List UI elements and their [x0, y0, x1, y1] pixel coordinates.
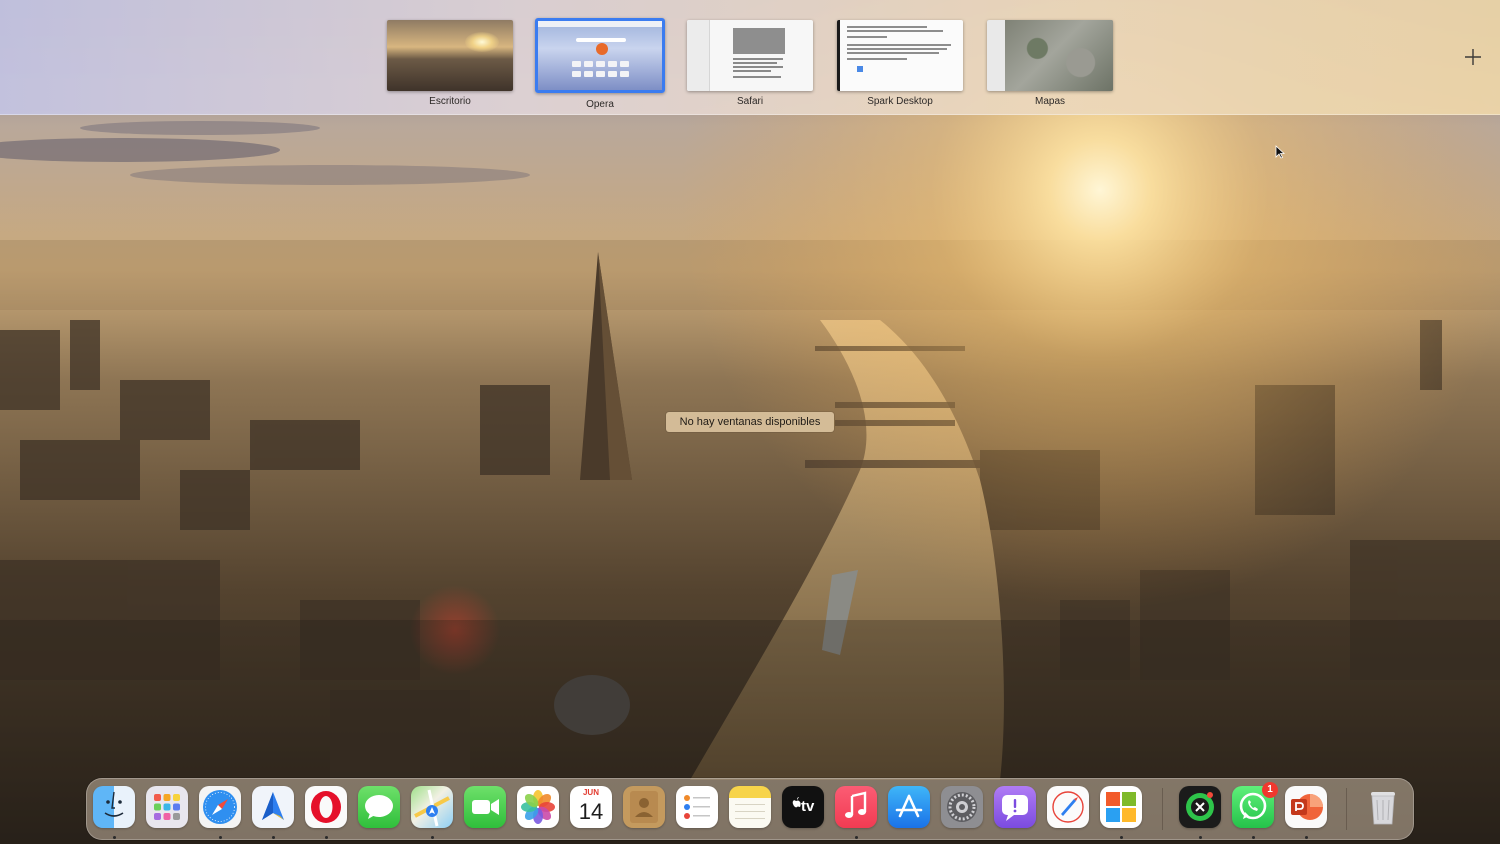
app-store-icon	[888, 786, 930, 828]
apple-tv-label: tv	[801, 798, 815, 815]
dock-rocket[interactable]	[1047, 786, 1091, 830]
safari-compass-icon	[199, 786, 241, 828]
notes-icon	[729, 786, 771, 828]
dock-powerpoint[interactable]	[1285, 786, 1329, 839]
space-label: Escritorio	[429, 96, 471, 107]
dock-microsoft-apps[interactable]	[1100, 786, 1144, 839]
no-windows-message: No hay ventanas disponibles	[666, 412, 834, 432]
mission-control-spaces-bar: Escritorio Opera Safari Spark Desktop Ma…	[0, 0, 1500, 115]
space-label: Mapas	[1034, 96, 1065, 107]
dock-facetime[interactable]	[464, 786, 508, 830]
dock-trash[interactable]	[1362, 786, 1406, 830]
paper-plane-icon	[252, 786, 294, 828]
dock-music[interactable]	[835, 786, 879, 839]
mouse-cursor-icon	[1275, 145, 1286, 159]
powerpoint-icon	[1285, 786, 1327, 828]
trash-icon	[1362, 786, 1404, 828]
reminders-list-icon	[676, 786, 718, 828]
dock-messages[interactable]	[358, 786, 402, 830]
dock-apple-tv[interactable]: tv	[782, 786, 826, 830]
space-spark-desktop[interactable]: Spark Desktop	[836, 20, 964, 112]
calendar-icon: JUN 14	[570, 786, 612, 828]
video-camera-icon	[464, 786, 506, 828]
space-label: Safari	[736, 96, 764, 107]
dock-opera[interactable]	[305, 786, 349, 839]
dock-launchpad[interactable]	[146, 786, 190, 830]
notification-badge: 1	[1262, 782, 1278, 798]
space-thumbnail[interactable]	[387, 20, 513, 91]
music-note-icon	[835, 786, 877, 828]
dock-feedback-assistant[interactable]	[994, 786, 1038, 830]
dock-whatsapp[interactable]: 1	[1232, 782, 1278, 839]
finder-icon	[93, 786, 135, 828]
dock-screen-recorder[interactable]	[1179, 786, 1223, 839]
calendar-day: 14	[578, 799, 604, 824]
contacts-icon	[623, 786, 665, 828]
record-icon	[1179, 786, 1221, 828]
space-thumbnail[interactable]	[535, 18, 665, 93]
photos-flower-icon	[517, 786, 559, 828]
gear-icon	[941, 786, 983, 828]
message-bubble-icon	[358, 786, 400, 828]
microsoft-apps-icon	[1100, 786, 1142, 828]
dock-reminders[interactable]	[676, 786, 720, 830]
space-thumbnail[interactable]	[837, 20, 963, 91]
space-opera[interactable]: Opera	[535, 18, 665, 112]
space-escritorio[interactable]: Escritorio	[386, 20, 514, 112]
dock-contacts[interactable]	[623, 786, 667, 830]
dock: JUN 14 tv 1	[86, 778, 1414, 840]
dock-spark[interactable]	[252, 786, 296, 839]
dock-maps[interactable]	[411, 786, 455, 839]
calendar-month: JUN	[582, 788, 599, 797]
dock-safari[interactable]	[199, 786, 243, 839]
space-thumbnail[interactable]	[687, 20, 813, 91]
plus-icon[interactable]	[1462, 46, 1484, 68]
maps-icon	[411, 786, 453, 828]
dock-notes[interactable]	[729, 786, 773, 830]
opera-icon	[305, 786, 347, 828]
dock-separator	[1346, 788, 1347, 830]
dock-system-preferences[interactable]	[941, 786, 985, 830]
launchpad-icon	[146, 786, 188, 828]
space-label: Spark Desktop	[867, 96, 933, 107]
dock-app-store[interactable]	[888, 786, 932, 830]
dock-photos[interactable]	[517, 786, 561, 830]
space-mapas[interactable]: Mapas	[986, 20, 1114, 112]
dock-separator	[1162, 788, 1163, 830]
apple-tv-icon: tv	[782, 786, 824, 828]
space-safari[interactable]: Safari	[686, 20, 814, 112]
dock-calendar[interactable]: JUN 14	[570, 786, 614, 830]
exclamation-bubble-icon	[994, 786, 1036, 828]
rocket-icon	[1047, 786, 1089, 828]
space-label: Opera	[586, 99, 614, 110]
space-thumbnail[interactable]	[987, 20, 1113, 91]
dock-finder[interactable]	[93, 786, 137, 839]
